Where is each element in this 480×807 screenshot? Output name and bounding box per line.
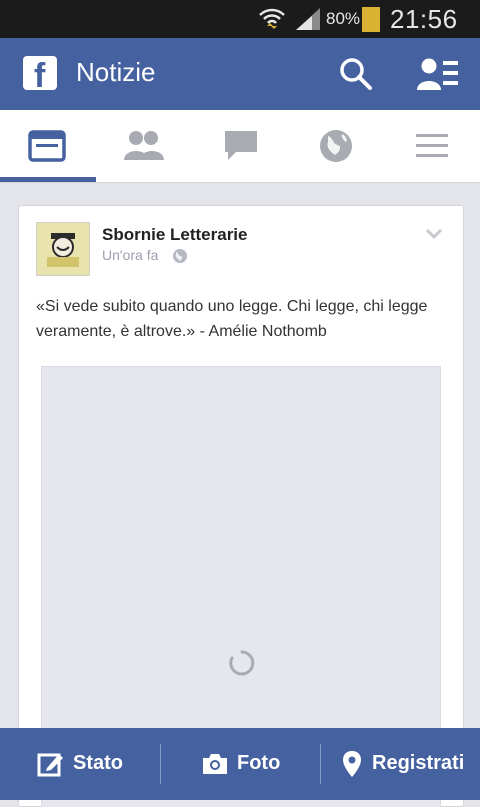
wifi-icon (259, 8, 285, 29)
photo-label: Foto (237, 752, 281, 774)
photo-button[interactable]: Foto (161, 728, 320, 800)
location-pin-icon (343, 751, 361, 777)
avatar[interactable] (36, 222, 90, 276)
messages-icon (225, 131, 257, 160)
tab-news-feed[interactable] (0, 110, 96, 182)
tab-friends[interactable] (96, 110, 192, 182)
loading-spinner-icon (229, 650, 255, 676)
app-bar: f Notizie (0, 38, 480, 110)
signal-icon (296, 8, 320, 30)
checkin-label: Registrati (372, 752, 465, 774)
chevron-down-icon[interactable] (425, 228, 443, 240)
tab-bar (0, 110, 480, 183)
menu-icon (416, 134, 448, 157)
status-button[interactable]: Stato (0, 728, 160, 800)
post-card: Sbornie Letterarie Un'ora fa «Si vede su… (18, 205, 464, 807)
camera-icon (203, 754, 227, 774)
edit-status-icon (37, 753, 63, 777)
battery-percent: 80% (326, 9, 361, 28)
battery-icon (362, 7, 380, 32)
checkin-button[interactable]: Registrati (321, 728, 480, 800)
bottom-action-bar: Stato Foto Registrati (0, 728, 480, 800)
friend-requests-icon[interactable] (416, 56, 460, 92)
friends-icon (124, 131, 164, 160)
page-title: Notizie (76, 57, 156, 87)
post-author[interactable]: Sbornie Letterarie (102, 225, 248, 245)
status-label: Stato (73, 752, 123, 774)
status-bar: 80% 21:56 (0, 0, 480, 38)
tab-notifications[interactable] (288, 110, 384, 182)
tab-more[interactable] (384, 110, 480, 182)
public-audience-icon (173, 249, 188, 264)
post-text: «Si vede subito quando uno legge. Chi le… (36, 298, 428, 340)
search-icon[interactable] (338, 56, 374, 92)
clock: 21:56 (390, 4, 458, 34)
avatar-image (37, 223, 89, 275)
tab-messages[interactable] (192, 110, 288, 182)
post-time[interactable]: Un'ora fa (102, 247, 158, 263)
post-meta: Un'ora fa (102, 247, 188, 264)
facebook-logo-icon: f (23, 56, 57, 90)
news-feed-icon (28, 130, 66, 162)
globe-icon (320, 130, 352, 162)
active-tab-indicator (0, 177, 96, 182)
